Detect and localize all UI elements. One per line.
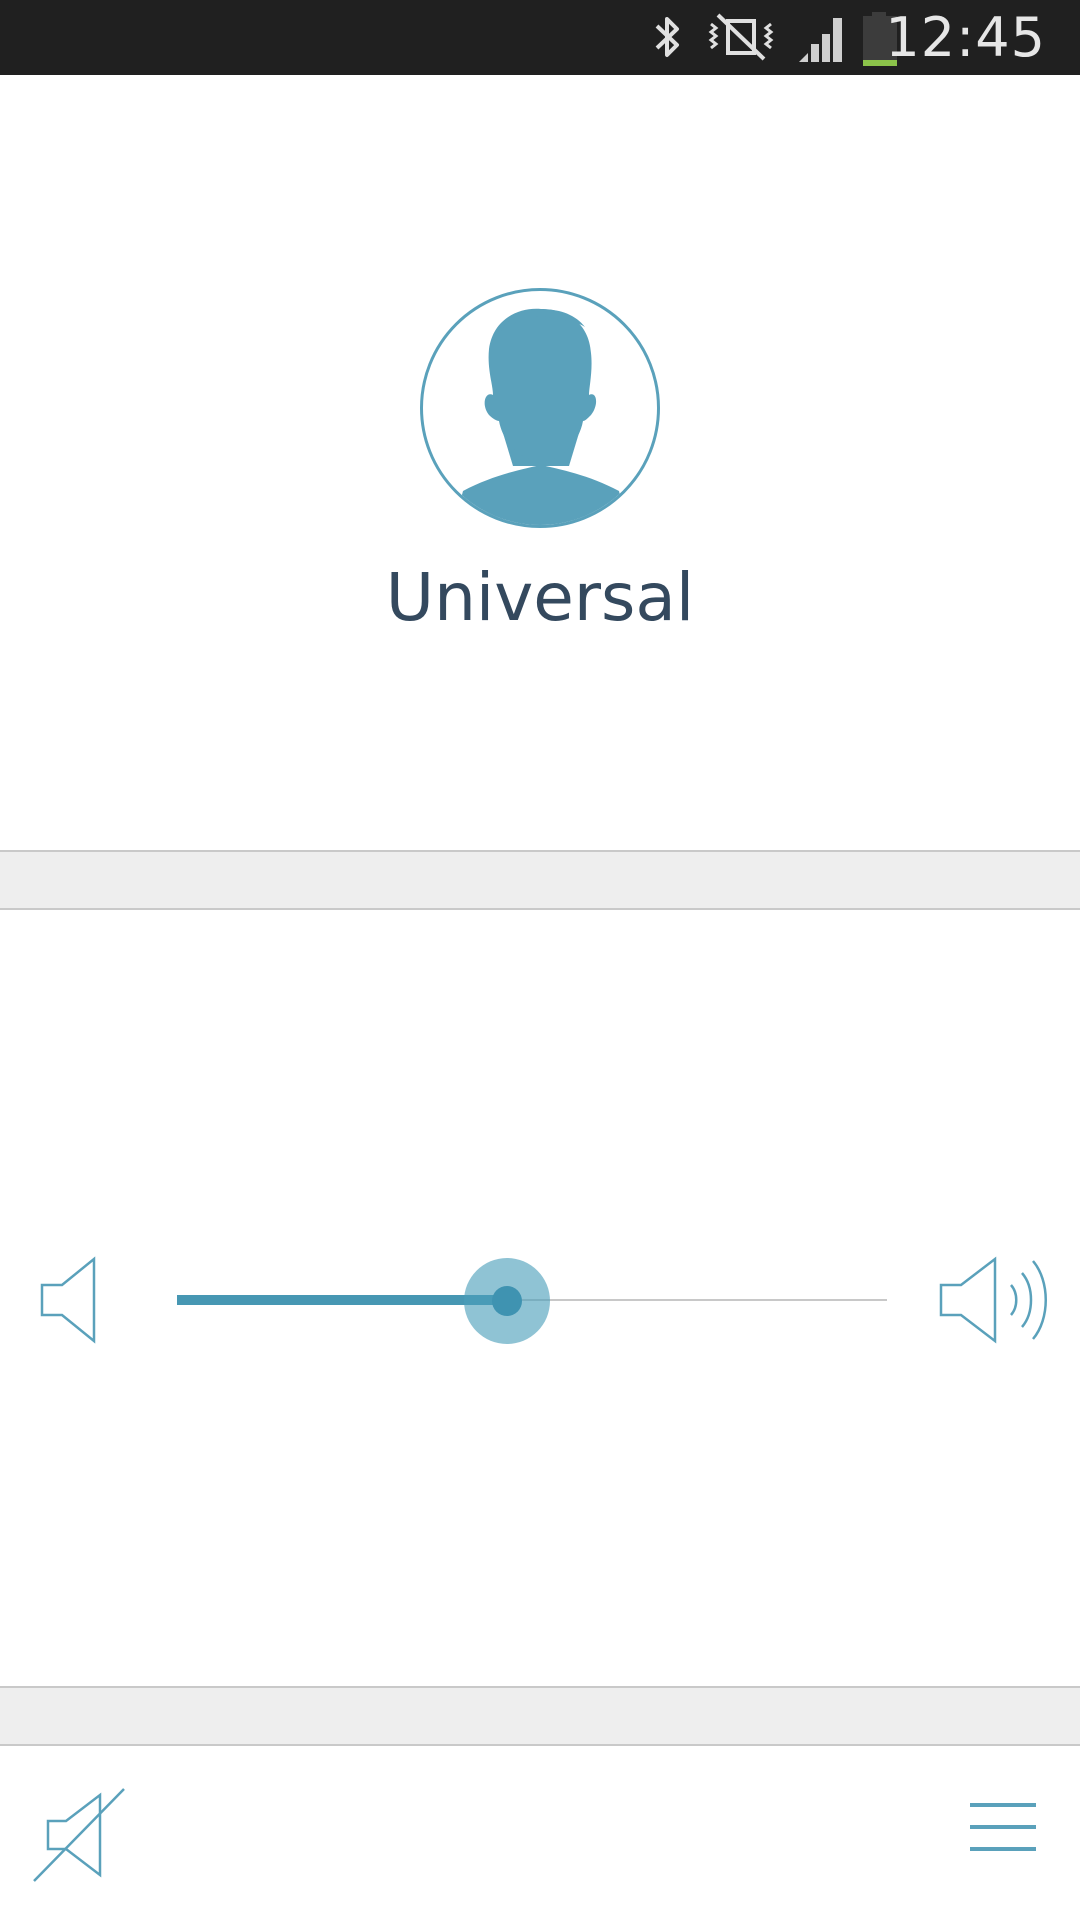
speaker-low-icon[interactable] [38,1255,102,1345]
status-clock: 12:45 [885,6,1046,69]
avatar[interactable] [420,288,660,528]
mute-vibrate-icon [708,13,774,61]
bluetooth-icon [655,17,679,57]
person-silhouette-icon [457,308,623,525]
speaker-high-icon[interactable] [938,1255,1058,1345]
volume-slider-thumb[interactable] [464,1258,551,1344]
hamburger-menu-icon[interactable] [970,1803,1044,1875]
section-divider-top [0,850,1080,910]
volume-slider-thumb-center [492,1286,523,1316]
status-bar: 12:45 [0,0,1080,75]
menu-line [970,1825,1036,1829]
profile-name: Universal [385,559,695,636]
volume-slider[interactable] [177,1250,887,1350]
speaker-muted-icon[interactable] [30,1785,130,1885]
volume-control [0,1250,1080,1350]
bottom-bar [0,1745,1080,1920]
volume-slider-fill [177,1295,508,1305]
profile-section: Universal [0,288,1080,648]
section-divider-bottom [0,1686,1080,1746]
menu-line [970,1847,1036,1851]
menu-line [970,1803,1036,1807]
signal-icon [799,18,842,62]
